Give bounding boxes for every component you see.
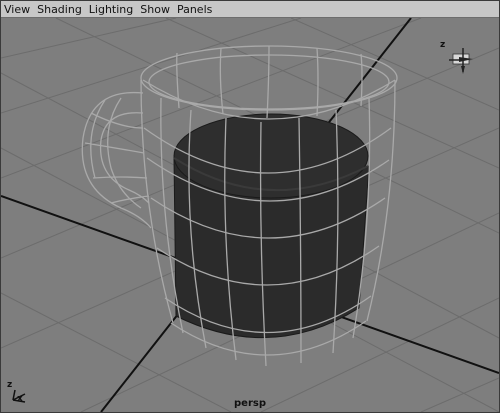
panel-menubar: View Shading Lighting Show Panels (1, 1, 499, 18)
menu-panels[interactable]: Panels (177, 1, 212, 18)
view-axis-gizmo[interactable] (449, 48, 473, 74)
maya-viewport-panel: View Shading Lighting Show Panels z z x … (0, 0, 500, 413)
menu-lighting[interactable]: Lighting (89, 1, 133, 18)
view-cube-axis-label: z (440, 40, 446, 50)
menu-show[interactable]: Show (140, 1, 170, 18)
scene-canvas[interactable] (1, 18, 499, 412)
perspective-viewport[interactable]: z z x persp (1, 18, 499, 412)
menu-shading[interactable]: Shading (37, 1, 82, 18)
camera-name-label: persp (234, 398, 266, 409)
menu-view[interactable]: View (4, 1, 30, 18)
